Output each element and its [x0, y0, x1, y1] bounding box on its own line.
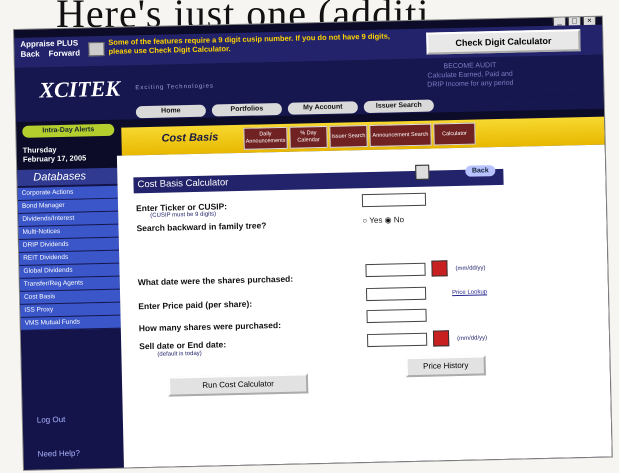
tab-portfolios[interactable]: Portfolios [211, 102, 282, 117]
family-tree-label: Search backward in family tree? [136, 220, 267, 234]
subtab-calculator[interactable]: Calculator [433, 122, 476, 146]
subtab-daily-announcements[interactable]: Daily Announcements [243, 126, 288, 150]
intraday-alerts-button[interactable]: Intra-Day Alerts [22, 123, 115, 138]
family-tree-radios: ○ Yes ◉ No [362, 215, 404, 225]
sidebar-item-vms-mutual-funds[interactable]: VMS Mutual Funds [20, 315, 121, 331]
tab-my-account[interactable]: My Account [287, 101, 358, 115]
run-cost-calculator-button[interactable]: Run Cost Calculator [167, 373, 309, 397]
printer-icon[interactable] [88, 41, 105, 57]
tagline: Exciting Technologies [135, 83, 214, 92]
section-title: Cost Basis [161, 131, 219, 145]
shares-input[interactable] [366, 308, 427, 324]
price-paid-label: Enter Price paid (per share): [138, 298, 253, 312]
sell-date-input[interactable] [366, 332, 428, 348]
promo-banner[interactable]: BECOME AUDIT Calculate Earned, Paid and … [395, 60, 546, 90]
shares-label: How many shares were purchased: [138, 320, 282, 334]
back-button[interactable]: Back [20, 49, 39, 58]
need-help-link[interactable]: Need Help? [38, 449, 80, 459]
check-digit-calculator-button[interactable]: Check Digit Calculator [426, 29, 581, 55]
date-format-hint: (mm/dd/yy) [457, 335, 488, 343]
database-list: Corporate Actions Bond Manager Dividends… [17, 185, 121, 331]
browser-window: _ □ × Appraise PLUS Back Forward Some of… [14, 16, 612, 470]
cusip-notice: Some of the features require a 9 digit c… [108, 31, 391, 56]
sidebar: Databases Corporate Actions Bond Manager… [17, 167, 124, 470]
date-purchased-input[interactable] [365, 262, 426, 278]
forward-button[interactable]: Forward [48, 49, 80, 59]
tab-home[interactable]: Home [135, 104, 207, 119]
back-link[interactable]: Back [465, 165, 496, 177]
ticker-hint: (CUSIP must be 9 digits) [150, 211, 217, 219]
price-history-button[interactable]: Price History [405, 355, 486, 378]
calculator-title: Cost Basis Calculator [133, 168, 504, 194]
subtab-announcement-search[interactable]: Announcement Search [369, 123, 432, 147]
log-out-link[interactable]: Log Out [37, 415, 66, 425]
yes-label: Yes [369, 215, 383, 225]
ticker-input[interactable] [361, 192, 427, 208]
cost-basis-calculator: Cost Basis Calculator Back Enter Ticker … [133, 164, 509, 418]
yes-radio-icon[interactable]: ○ [362, 216, 367, 225]
calendar-icon[interactable] [431, 260, 448, 277]
subtab-issuer-search[interactable]: Issuer Search [329, 125, 368, 148]
date-format-hint: (mm/dd/yy) [455, 265, 486, 273]
sell-date-label: Sell date or End date: [139, 339, 227, 352]
app-title: Appraise PLUS [20, 38, 79, 49]
databases-header: Databases [17, 167, 118, 186]
subtab-day-calendar[interactable]: % Day Calendar [289, 125, 328, 149]
price-lookup-link[interactable]: Price Lookup [452, 289, 487, 296]
calendar-icon[interactable] [432, 330, 450, 347]
date-purchased-label: What date were the shares purchased: [137, 273, 294, 288]
tab-issuer-search[interactable]: Issuer Search [363, 99, 434, 114]
sell-date-hint: (default is today) [157, 350, 202, 358]
main-content: Cost Basis Calculator Back Enter Ticker … [116, 144, 612, 468]
date-full: February 17, 2005 [22, 153, 87, 164]
xcitek-logo[interactable]: XCITEK [39, 76, 120, 104]
price-paid-input[interactable] [365, 286, 427, 302]
current-date: Thursday February 17, 2005 [22, 144, 87, 164]
no-radio-icon[interactable]: ◉ [385, 215, 392, 224]
calculator-icon[interactable] [415, 164, 430, 180]
no-label: No [393, 215, 405, 225]
